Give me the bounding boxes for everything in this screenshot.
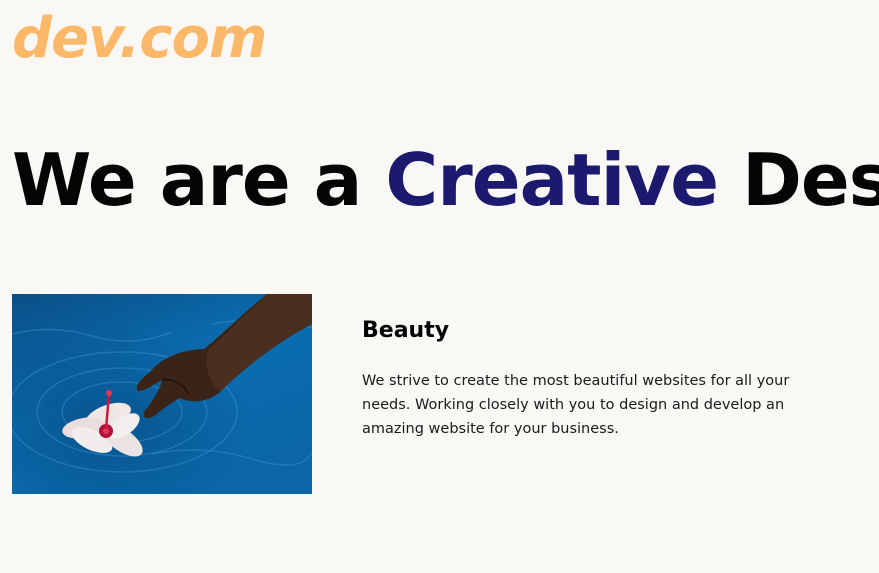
site-logo[interactable]: dev.com (12, 4, 267, 74)
hero-heading-suffix: Design (742, 138, 879, 222)
feature-title: Beauty (362, 318, 450, 343)
hero-heading-prefix: We are a (12, 138, 386, 222)
hero-heading-accent: Creative (385, 138, 719, 222)
feature-description: We strive to create the most beautiful w… (362, 373, 790, 437)
hero-heading: We are a Creative Design (12, 136, 879, 224)
feature-image (12, 294, 312, 494)
page: dev.com We are a Creative Design (0, 0, 879, 573)
